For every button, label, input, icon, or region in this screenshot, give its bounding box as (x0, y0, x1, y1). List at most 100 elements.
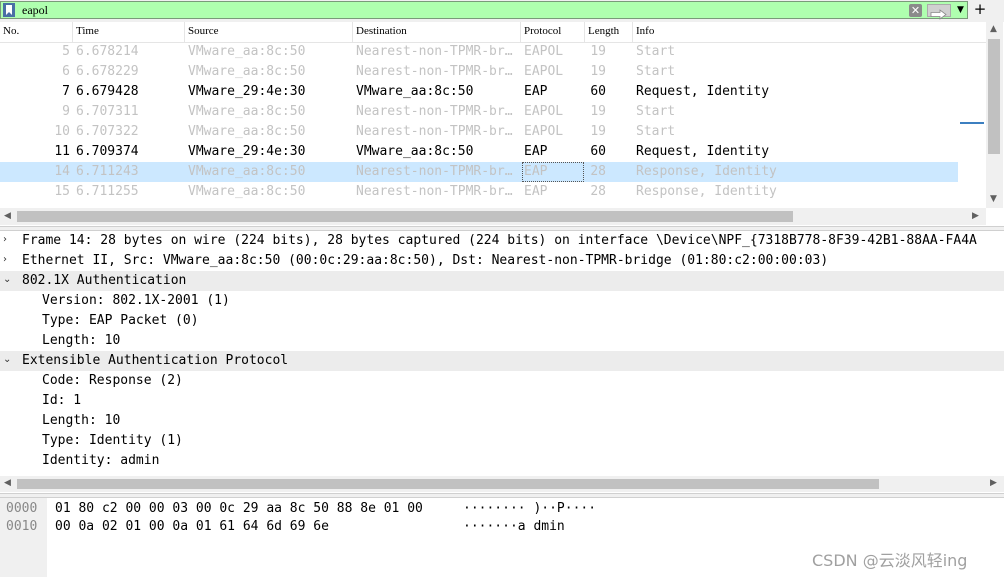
packet-row[interactable]: 9 6.707311 VMware_aa:8c:50 Nearest-non-TPMR… (0, 102, 958, 122)
bookmark-icon[interactable] (3, 3, 15, 17)
packet-row[interactable]: 14 6.711243 VMware_aa:8c:50 Nearest-non-TPM… (0, 162, 958, 182)
focus-indicator (522, 162, 584, 182)
detail-text: Length: 10 (42, 333, 121, 348)
scroll-left-icon[interactable]: ◀ (4, 211, 11, 221)
add-filter-button[interactable]: + (973, 0, 987, 18)
hex-row: 0000 01 80 c2 00 00 03 00 0c 29 aa 8c 50 … (0, 501, 1004, 519)
clear-filter-icon[interactable]: ✕ (909, 4, 922, 17)
detail-tree-item[interactable]: Id: 1 (0, 391, 1004, 411)
packet-length: 60 (590, 144, 606, 159)
packet-list-horizontal-scrollbar[interactable]: ◀ ▶ (0, 208, 986, 225)
display-filter-toolbar: eapol ✕ ▼ + (0, 0, 1004, 22)
detail-text: Id: 1 (42, 393, 82, 408)
detail-tree-item[interactable]: › Ethernet II, Src: VMware_aa:8c:50 (00:0… (0, 251, 1004, 271)
column-header-source[interactable]: Source (188, 25, 219, 37)
packet-info: Response, Identity (636, 184, 777, 199)
column-header-time[interactable]: Time (76, 25, 99, 37)
column-separator[interactable] (352, 22, 353, 42)
packet-details-tree: › Frame 14: 28 bytes on wire (224 bits), … (0, 231, 1004, 493)
packet-length: 28 (590, 164, 606, 179)
detail-text: Ethernet II, Src: VMware_aa:8c:50 (00:0c… (22, 253, 829, 268)
packet-list-header: No. Time Source Destination Protocol Len… (0, 22, 986, 43)
packet-info: Request, Identity (636, 84, 770, 99)
packet-info: Request, Identity (636, 144, 770, 159)
packet-info: Response, Identity (636, 164, 777, 179)
detail-text: Frame 14: 28 bytes on wire (224 bits), 2… (22, 233, 977, 248)
packet-row[interactable]: 10 6.707322 VMware_aa:8c:50 Nearest-non-TPM… (0, 122, 958, 142)
packet-row[interactable]: 5 6.678214 VMware_aa:8c:50 Nearest-non-TPMR… (0, 42, 958, 62)
scrollbar-thumb[interactable] (17, 479, 879, 489)
hex-row: 0010 00 0a 02 01 00 0a 01 61 64 6d 69 6e ·… (0, 519, 1004, 537)
column-separator[interactable] (184, 22, 185, 42)
detail-text: Version: 802.1X-2001 (1) (42, 293, 230, 308)
scroll-up-icon[interactable]: ▲ (990, 24, 997, 34)
detail-text: Length: 10 (42, 413, 121, 428)
scroll-left-icon[interactable]: ◀ (4, 478, 11, 488)
column-header-protocol[interactable]: Protocol (524, 25, 561, 37)
column-separator[interactable] (632, 22, 633, 42)
detail-text: Extensible Authentication Protocol (22, 353, 289, 368)
detail-text: Type: EAP Packet (0) (42, 313, 199, 328)
detail-text: Type: Identity (1) (42, 433, 183, 448)
packet-length: 19 (590, 124, 606, 139)
detail-text: 802.1X Authentication (22, 273, 187, 288)
packet-info: Start (636, 104, 676, 119)
collapse-chevron-icon[interactable]: ⌄ (3, 274, 11, 285)
column-header-destination[interactable]: Destination (356, 25, 407, 37)
arrow-right-icon (930, 9, 947, 20)
detail-tree-item[interactable]: Length: 10 (0, 331, 1004, 351)
hex-ascii[interactable]: ·······a dmin (463, 519, 565, 534)
column-separator[interactable] (72, 22, 73, 42)
packet-row[interactable]: 6 6.678229 VMware_aa:8c:50 Nearest-non-TPMR… (0, 62, 958, 82)
packet-list: No. Time Source Destination Protocol Len… (0, 22, 1004, 226)
detail-tree-item[interactable]: Type: EAP Packet (0) (0, 311, 1004, 331)
watermark: CSDN @云淡风轻ing (812, 551, 968, 570)
apply-filter-button[interactable] (927, 4, 951, 20)
scroll-right-icon[interactable]: ▶ (972, 211, 979, 221)
packet-length: 19 (590, 44, 606, 59)
detail-tree-item[interactable]: Type: Identity (1) (0, 431, 1004, 451)
column-separator[interactable] (520, 22, 521, 42)
packet-row[interactable]: 15 6.711255 VMware_aa:8c:50 Nearest-non-TPM… (0, 182, 958, 202)
hex-ascii[interactable]: ········ )··P···· (463, 501, 596, 516)
column-header-no[interactable]: No. (3, 25, 19, 37)
packet-info: Start (636, 44, 676, 59)
packet-length: 60 (590, 84, 606, 99)
detail-tree-item[interactable]: › Frame 14: 28 bytes on wire (224 bits), … (0, 231, 1004, 251)
packet-row[interactable]: 7 6.679428 VMware_29:4e:30 VMware_aa:8c:50 E… (0, 82, 958, 102)
packet-list-vertical-scrollbar[interactable]: ▲ ▼ (986, 22, 1003, 208)
collapse-chevron-icon[interactable]: ⌄ (3, 354, 11, 365)
detail-tree-item[interactable]: Code: Response (2) (0, 371, 1004, 391)
detail-tree-item[interactable]: Version: 802.1X-2001 (1) (0, 291, 1004, 311)
scrollbar-thumb[interactable] (988, 39, 1000, 154)
packet-info: Start (636, 124, 676, 139)
hex-bytes[interactable]: 00 0a 02 01 00 0a 01 61 64 6d 69 6e (55, 519, 329, 534)
hex-bytes[interactable]: 01 80 c2 00 00 03 00 0c 29 aa 8c 50 88 8… (55, 501, 423, 516)
scroll-down-icon[interactable]: ▼ (990, 194, 997, 204)
packet-row[interactable]: 11 6.709374 VMware_29:4e:30 VMware_aa:8c:50… (0, 142, 958, 162)
detail-tree-item[interactable]: ⌄ 802.1X Authentication (0, 271, 1004, 291)
column-separator[interactable] (584, 22, 585, 42)
packet-length: 19 (590, 104, 606, 119)
scroll-right-icon[interactable]: ▶ (990, 478, 997, 488)
column-header-length[interactable]: Length (588, 25, 619, 37)
hex-offset: 0000 (6, 501, 38, 516)
detail-text: Code: Response (2) (42, 373, 183, 388)
details-horizontal-scrollbar[interactable]: ◀ ▶ (0, 476, 1004, 492)
packet-length: 28 (590, 184, 606, 199)
expand-chevron-icon[interactable]: › (3, 234, 7, 245)
filter-text: eapol (22, 3, 48, 17)
hex-offset: 0010 (6, 519, 38, 534)
expand-chevron-icon[interactable]: › (3, 254, 7, 265)
scroll-minimap-marker (960, 122, 984, 124)
packet-length: 19 (590, 64, 606, 79)
scrollbar-thumb[interactable] (17, 211, 793, 222)
detail-text: Identity: admin (42, 453, 160, 468)
filter-history-dropdown-icon[interactable]: ▼ (954, 3, 967, 18)
detail-tree-item[interactable]: ⌄ Extensible Authentication Protocol (0, 351, 1004, 371)
detail-tree-item[interactable]: Length: 10 (0, 411, 1004, 431)
packet-info: Start (636, 64, 676, 79)
column-header-info[interactable]: Info (636, 25, 654, 37)
detail-tree-item[interactable]: Identity: admin (0, 451, 1004, 471)
display-filter-input[interactable]: eapol ✕ ▼ (0, 1, 968, 20)
